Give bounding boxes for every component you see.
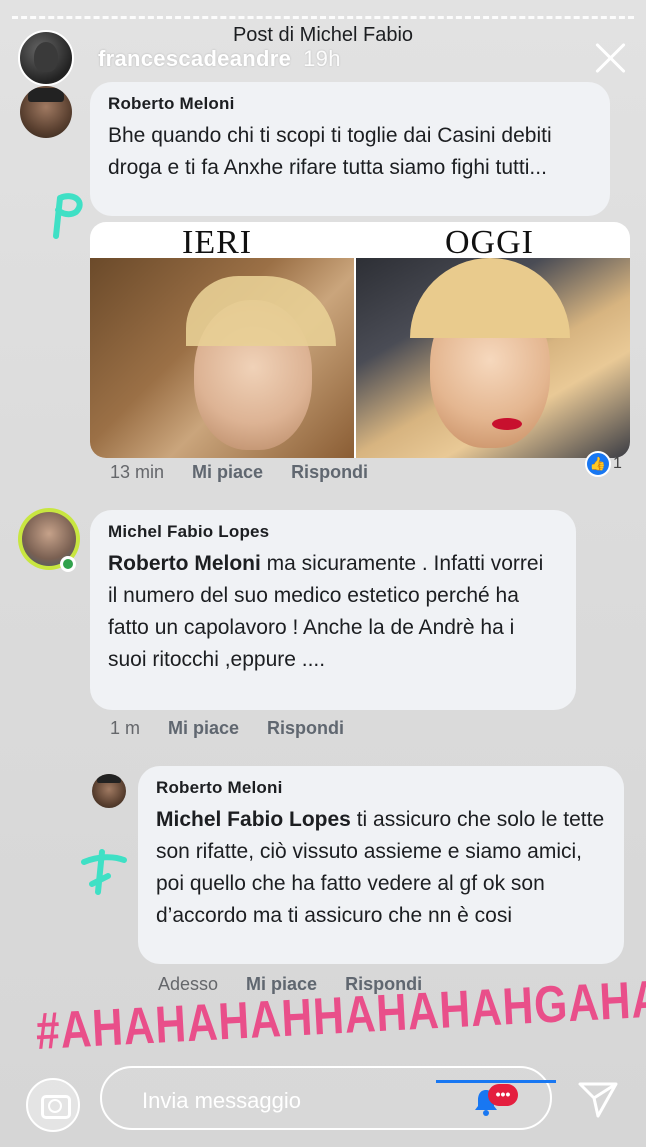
hair-shape [186,276,336,346]
scribble-drawing [81,849,127,895]
mention-link[interactable]: Michel Fabio Lopes [156,808,351,831]
image-label-ieri: IERI [182,224,253,261]
story-username[interactable]: francescadeandre [98,46,291,71]
story-progress-bar [12,16,634,19]
like-link[interactable]: Mi piace [192,462,263,483]
story-reply-bar: Invia messaggio ••• [0,1060,646,1147]
comment-time: 1 m [110,718,141,738]
reaction-number: 1 [613,455,622,472]
comment-bubble: Michel Fabio Lopes Roberto Meloni ma sic… [90,510,576,710]
comment-text: Bhe quando chi ti scopi ti toglie dai Ca… [108,124,552,179]
comment-text: Roberto Meloni ma sicuramente . Infatti … [108,548,558,676]
reply-link[interactable]: Rispondi [267,718,344,739]
comment-actions: 1 m Mi piace Rispondi [110,718,344,739]
reaction-count[interactable]: 👍 1 [585,451,622,477]
reply-link[interactable]: Rispondi [291,462,368,483]
story-header: Post di Michel Fabio francescadeandre 19h [18,20,628,86]
notification-badge: ••• [488,1084,518,1106]
like-icon: 👍 [585,451,611,477]
like-link[interactable]: Mi piace [168,718,239,739]
send-icon[interactable] [576,1076,620,1120]
comment-image[interactable]: IERI OGGI [90,222,630,458]
story-username-row[interactable]: francescadeandre 19h [98,46,341,72]
image-label-oggi: OGGI [445,224,534,261]
avatar-hat [97,774,121,783]
active-tab-indicator [436,1080,556,1083]
comment-actions: 13 min Mi piace Rispondi [110,462,368,483]
story-time: 19h [303,46,341,71]
avatar[interactable] [20,86,72,138]
comment-bubble: Roberto Meloni Michel Fabio Lopes ti ass… [138,766,624,964]
message-placeholder: Invia messaggio [142,1088,301,1113]
comment-text: Michel Fabio Lopes ti assicuro che solo … [156,804,606,932]
online-status-dot [60,556,76,572]
photo-before [90,258,354,458]
scribble-drawing [53,193,83,239]
story-progress-segments [12,16,634,19]
hair-shape [410,258,570,338]
story-user-avatar[interactable] [18,30,74,86]
comment-author[interactable]: Michel Fabio Lopes [108,522,558,542]
story-viewer: Post di Michel Fabio francescadeandre 19h… [0,0,646,1147]
comment-author[interactable]: Roberto Meloni [108,94,592,114]
mention-link[interactable]: Roberto Meloni [108,552,261,575]
camera-icon[interactable] [26,1078,80,1132]
close-icon[interactable] [594,40,628,74]
post-title: Post di Michel Fabio [232,24,414,46]
comment-author[interactable]: Roberto Meloni [156,778,606,798]
avatar[interactable] [92,774,126,808]
comment-bubble: Roberto Meloni Bhe quando chi ti scopi t… [90,82,610,216]
lips-shape [492,418,522,430]
photo-after [356,258,630,458]
comment-time: 13 min [110,462,165,482]
